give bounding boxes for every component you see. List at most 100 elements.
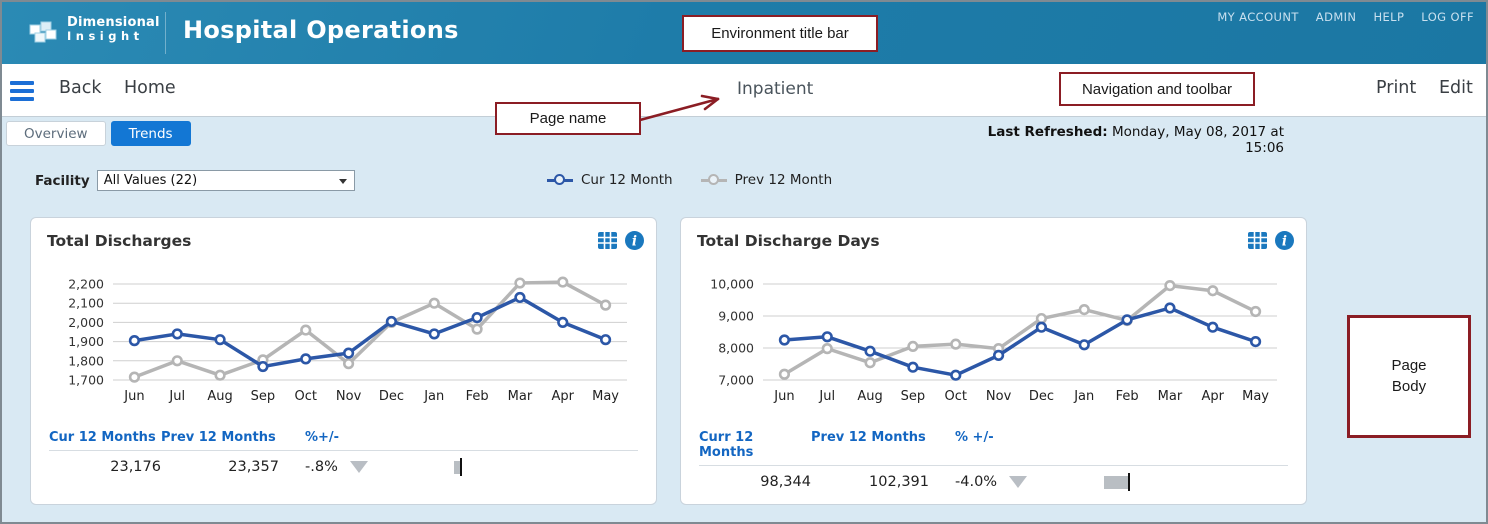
svg-text:1,900: 1,900	[68, 334, 104, 349]
svg-text:1,800: 1,800	[68, 353, 104, 368]
trend-down-icon	[350, 461, 368, 473]
svg-text:i: i	[1282, 234, 1287, 250]
svg-text:Oct: Oct	[945, 389, 967, 404]
svg-text:Apr: Apr	[552, 389, 575, 404]
legend-marker-prev-icon	[701, 179, 727, 182]
summary-header-cur: Cur 12 Months	[49, 430, 161, 445]
my-account-link[interactable]: MY ACCOUNT	[1217, 10, 1298, 24]
summary-header-pct: % +/-	[939, 430, 1089, 460]
topbar-divider	[165, 12, 166, 54]
svg-text:Jul: Jul	[818, 389, 835, 404]
card-total-discharges: Total Discharges i 1,7001,8001,9002,0002…	[30, 217, 657, 505]
summary-prev-value: 23,357	[161, 459, 289, 475]
last-refreshed-label: Last Refreshed:	[988, 124, 1108, 140]
svg-text:Mar: Mar	[1158, 389, 1183, 404]
print-button[interactable]: Print	[1376, 78, 1416, 98]
menu-icon[interactable]	[10, 81, 34, 105]
log-off-link[interactable]: LOG OFF	[1421, 10, 1474, 24]
logo-text-line1: Dimensional	[67, 16, 160, 30]
pct-cursor-line	[460, 458, 462, 476]
svg-text:Sep: Sep	[901, 389, 926, 404]
facility-select-value: All Values (22)	[104, 173, 198, 188]
dashboard-screen: Dimensional Insight Hospital Operations …	[0, 0, 1488, 524]
svg-text:10,000: 10,000	[710, 277, 754, 292]
edit-button[interactable]: Edit	[1439, 78, 1473, 98]
back-button[interactable]: Back	[59, 78, 102, 98]
summary-table: Curr 12 Months Prev 12 Months % +/- 98,3…	[699, 430, 1288, 492]
annotation-navigation-toolbar: Navigation and toolbar	[1059, 72, 1255, 106]
page-tabs: Overview Trends	[6, 121, 191, 146]
svg-text:i: i	[632, 234, 637, 250]
annotation-environment-title-bar: Environment title bar	[682, 15, 878, 52]
svg-text:May: May	[592, 389, 619, 404]
navigation-toolbar: Back Home Inpatient Print Edit	[2, 64, 1486, 117]
svg-text:2,000: 2,000	[68, 315, 104, 330]
line-chart-total-discharges[interactable]: 1,7001,8001,9002,0002,1002,200JunJulAugS…	[41, 268, 641, 408]
svg-text:Nov: Nov	[986, 389, 1012, 404]
summary-table: Cur 12 Months Prev 12 Months %+/- 23,176…	[49, 430, 638, 477]
summary-header-pct: %+/-	[289, 430, 439, 445]
admin-link[interactable]: ADMIN	[1316, 10, 1357, 24]
svg-text:Jan: Jan	[1073, 389, 1094, 404]
pct-mini-gauge	[454, 458, 462, 476]
svg-text:Sep: Sep	[251, 389, 276, 404]
svg-text:Aug: Aug	[857, 389, 882, 404]
summary-cur-value: 23,176	[49, 459, 161, 475]
svg-text:7,000: 7,000	[718, 373, 754, 388]
card-title: Total Discharges	[47, 232, 191, 250]
dropdown-caret-icon	[339, 179, 347, 184]
pct-cursor-line	[1128, 473, 1130, 491]
svg-text:May: May	[1242, 389, 1269, 404]
svg-text:Oct: Oct	[295, 389, 317, 404]
summary-pct-value: -.8%	[289, 459, 338, 475]
facility-label: Facility	[35, 173, 90, 189]
last-refreshed: Last Refreshed: Monday, May 08, 2017 at …	[962, 124, 1284, 156]
svg-text:2,100: 2,100	[68, 296, 104, 311]
annotation-page-body: Page Body	[1347, 315, 1471, 438]
info-icon[interactable]: i	[1275, 231, 1294, 250]
annotation-page-name: Page name	[495, 102, 641, 135]
svg-text:Jan: Jan	[423, 389, 444, 404]
table-icon[interactable]	[1248, 232, 1267, 249]
table-icon[interactable]	[598, 232, 617, 249]
chart-legend: Cur 12 Month Prev 12 Month	[547, 172, 832, 188]
svg-text:9,000: 9,000	[718, 309, 754, 324]
legend-label-prev: Prev 12 Month	[735, 172, 833, 188]
legend-item-prev[interactable]: Prev 12 Month	[701, 172, 833, 188]
facility-filter-row: Facility All Values (22)	[35, 170, 355, 191]
summary-pct-value: -4.0%	[939, 474, 997, 490]
summary-header-prev: Prev 12 Months	[161, 430, 289, 445]
annotation-arrow	[638, 86, 738, 124]
tab-trends[interactable]: Trends	[111, 121, 191, 146]
help-link[interactable]: HELP	[1373, 10, 1404, 24]
svg-text:Aug: Aug	[207, 389, 232, 404]
svg-text:8,000: 8,000	[718, 341, 754, 356]
info-icon[interactable]: i	[625, 231, 644, 250]
summary-prev-value: 102,391	[811, 474, 939, 490]
logo-text-line2: Insight	[67, 30, 160, 42]
facility-select[interactable]: All Values (22)	[97, 170, 355, 191]
page-title: Inpatient	[737, 79, 813, 99]
card-total-discharge-days: Total Discharge Days i 7,0008,0009,00010…	[680, 217, 1307, 505]
app-title: Hospital Operations	[183, 16, 459, 44]
svg-text:Feb: Feb	[1116, 389, 1139, 404]
summary-header-prev: Prev 12 Months	[811, 430, 939, 460]
pct-mini-gauge	[1104, 473, 1130, 491]
logo-cubes-icon	[28, 13, 60, 45]
legend-item-cur[interactable]: Cur 12 Month	[547, 172, 673, 188]
svg-text:Dec: Dec	[1029, 389, 1054, 404]
svg-text:Jun: Jun	[123, 389, 144, 404]
svg-text:2,200: 2,200	[68, 277, 104, 292]
legend-label-cur: Cur 12 Month	[581, 172, 673, 188]
dimensional-insight-logo: Dimensional Insight	[28, 13, 160, 45]
svg-text:Feb: Feb	[466, 389, 489, 404]
account-links: MY ACCOUNT ADMIN HELP LOG OFF	[1217, 10, 1474, 24]
tab-overview[interactable]: Overview	[6, 121, 106, 146]
trend-down-icon	[1009, 476, 1027, 488]
line-chart-total-discharge-days[interactable]: 7,0008,0009,00010,000JunJulAugSepOctNovD…	[691, 268, 1291, 408]
svg-text:Dec: Dec	[379, 389, 404, 404]
pct-mini-bar	[1104, 476, 1128, 489]
legend-marker-cur-icon	[547, 179, 573, 182]
home-button[interactable]: Home	[124, 78, 176, 98]
summary-cur-value: 98,344	[699, 474, 811, 490]
